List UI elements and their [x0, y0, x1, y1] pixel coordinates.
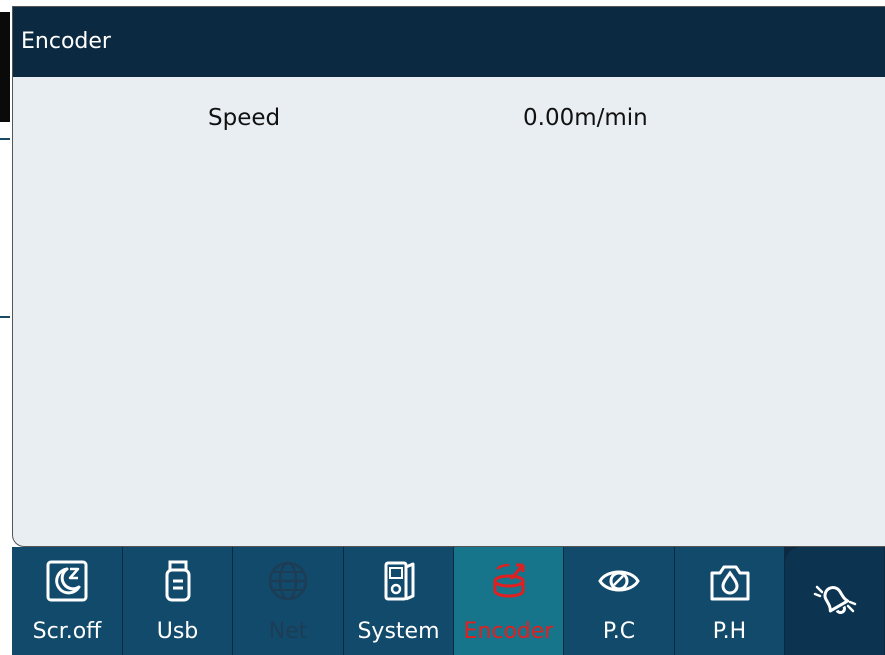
bell-ringing-icon — [813, 585, 856, 614]
speed-label: Speed — [208, 105, 281, 131]
left-edge-bar — [0, 12, 10, 122]
screen-off-icon — [46, 560, 88, 602]
usb-icon — [165, 560, 190, 602]
left-edge-tick — [0, 138, 10, 140]
nav-label: P.H — [712, 619, 747, 644]
nav-item-system[interactable]: System — [344, 547, 454, 655]
nav-label: Usb — [156, 619, 199, 644]
system-device-icon — [384, 561, 414, 601]
nav-label: Scr.off — [32, 619, 102, 644]
bottom-nav-bar: Scr.off Usb Net System Encoder P.C P.H — [12, 547, 885, 655]
nav-item-pc[interactable]: P.C — [564, 547, 675, 655]
nav-item-alarm[interactable] — [785, 547, 885, 655]
camera-drop-icon — [710, 565, 749, 601]
nav-item-usb[interactable]: Usb — [123, 547, 233, 655]
nav-label: System — [357, 619, 440, 644]
left-edge-tick — [0, 316, 10, 318]
nav-item-scr-off[interactable]: Scr.off — [12, 547, 123, 655]
nav-item-encoder[interactable]: Encoder — [454, 547, 564, 655]
page-title: Encoder — [21, 29, 111, 54]
nav-label: P.C — [602, 619, 636, 644]
eye-icon — [598, 570, 640, 592]
globe-icon — [268, 561, 308, 601]
encoder-panel: Encoder Speed 0.00m/min — [12, 6, 885, 547]
panel-header: Encoder — [13, 7, 885, 77]
nav-item-net[interactable]: Net — [233, 547, 344, 655]
speed-value: 0.00m/min — [523, 105, 648, 131]
nav-item-ph[interactable]: P.H — [675, 547, 785, 655]
nav-label: Net — [268, 619, 308, 644]
encoder-icon — [493, 563, 524, 598]
nav-label: Encoder — [463, 619, 554, 644]
